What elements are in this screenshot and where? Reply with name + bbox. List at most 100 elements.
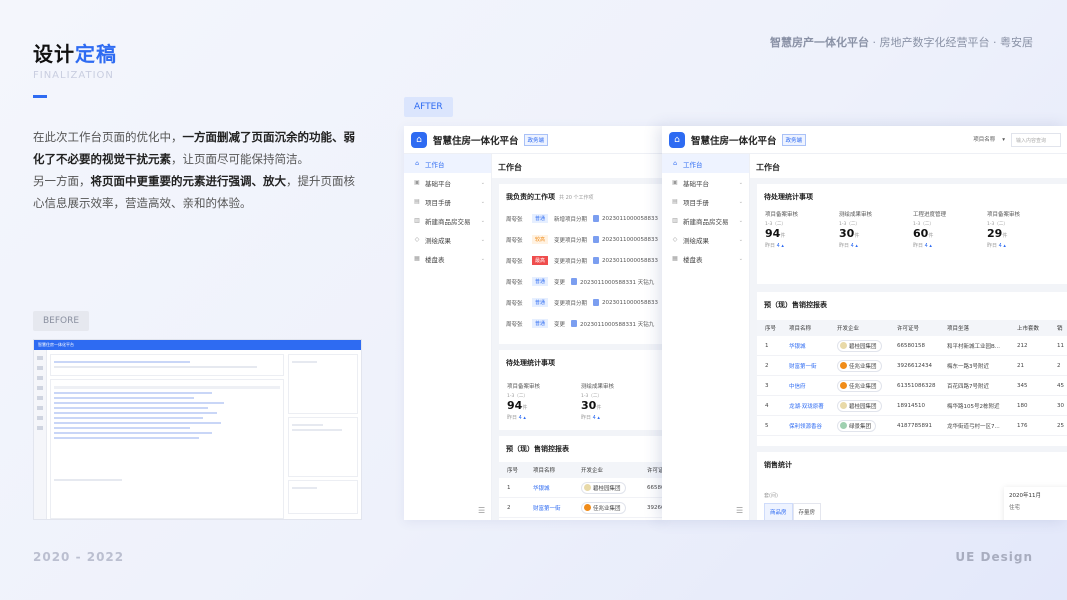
table-cell: 39266 <box>647 504 664 511</box>
task-row[interactable]: 周夸张 普通 新增项目分期 2023011000058833 <box>499 208 664 229</box>
collapse-menu-icon[interactable]: ☰ <box>736 506 743 515</box>
sidebar-item-label: 新建商品房交易 <box>425 217 471 226</box>
document-icon <box>593 215 600 222</box>
stat-delta: 4 ▴ <box>518 415 526 421</box>
stat-item[interactable]: 测绘成果审核 1-3（二） 30件 昨日 4 ▴ <box>831 210 905 249</box>
stat-number: 29 <box>987 227 1003 240</box>
task-doc-id: 2023011000058833 <box>602 299 659 306</box>
table-cell: 绿景集团 <box>829 419 889 432</box>
sidebar-nav: ⌂ 工作台 ▣ 基础平台 ⌄ ▤ 项目手册 ⌄ ▥ 新建商品房交易 ⌄ ◇ 测绘成果 ⌄ ▦ 楼盘表 ⌄ <box>404 154 492 520</box>
table-row[interactable]: 2 财富第一街 佳兆业集团 39266 <box>499 498 664 518</box>
stat-number: 30 <box>839 227 855 240</box>
project-name-link[interactable]: 保利领源香谷 <box>789 424 822 430</box>
developer-name: 佳兆业集团 <box>849 363 877 370</box>
task-row[interactable]: 周夸张 最高 变更项目分期 2023011000058833 <box>499 250 664 271</box>
stat-item[interactable]: 测绘成果审核 1-3（二） 30件 昨日 4 ▴ <box>573 382 647 421</box>
table-header-cell: 项目坐落 <box>947 326 970 332</box>
task-row[interactable]: 周夸张 普通 变更项目分期 2023011000058833 <box>499 292 664 313</box>
priority-badge: 较高 <box>532 235 549 244</box>
table-header-cell: 开发企业 <box>581 468 604 474</box>
app-brand: 智慧住房一体化平台 <box>433 135 519 147</box>
project-name-link[interactable]: 财富第一街 <box>533 506 561 512</box>
sidebar-item[interactable]: ▦ 楼盘表 ⌄ <box>662 249 749 268</box>
sidebar-item-label: 楼盘表 <box>683 255 703 264</box>
table-cell: 华银城 <box>781 342 829 350</box>
table-row[interactable]: 4 龙湖·双珑原著 碧桂园集团 18914510 梅华路105号2栋附近 180 30 <box>757 396 1067 416</box>
table-cell: 180 <box>1017 402 1028 409</box>
sidebar-item[interactable]: ◇ 测绘成果 ⌄ <box>662 230 749 249</box>
project-name-link[interactable]: 华银城 <box>533 486 550 492</box>
chevron-down-icon: ⌄ <box>480 217 485 224</box>
table-cell: 45 <box>1057 382 1064 389</box>
app-brand: 智慧住房一体化平台 <box>691 135 777 147</box>
search-field-select[interactable]: 项目名称 ▾ <box>973 135 1005 143</box>
project-name-link[interactable]: 财富第一街 <box>789 364 817 370</box>
task-doc-id: 2023011000588331 天钻九 <box>580 321 655 328</box>
table-cell: 345 <box>1017 382 1028 389</box>
stat-unit: 件 <box>780 233 786 239</box>
developer-name: 佳兆业集团 <box>849 383 877 390</box>
table-row[interactable]: 1 华银城 碧桂园集团 66580 <box>499 478 664 498</box>
nav-icon: ▦ <box>672 255 678 262</box>
stat-item[interactable]: 项目备案审核 1-3（二） 94件 昨日 4 ▴ <box>757 210 831 249</box>
sidebar-item[interactable]: ▣ 基础平台 ⌄ <box>662 173 749 192</box>
stat-yesterday: 昨日 4 ▴ <box>987 242 1053 249</box>
stat-number: 30 <box>581 399 597 412</box>
stat-yesterday-label: 昨日 <box>507 415 518 421</box>
task-row[interactable]: 周夸张 较高 变更项目分期 2023011000058833 <box>499 229 664 250</box>
collapse-menu-icon[interactable]: ☰ <box>478 506 485 515</box>
project-name-link[interactable]: 华银城 <box>789 344 806 350</box>
document-icon <box>593 299 600 306</box>
table-row[interactable]: 1 华银城 碧桂园集团 66580158 和平村新城工业园B... 212 11 <box>757 336 1067 356</box>
priority-badge: 普通 <box>532 319 549 328</box>
table-cell: 保利领源香谷 <box>781 422 829 430</box>
stat-yesterday: 昨日 4 ▴ <box>581 414 647 421</box>
sidebar-item[interactable]: ⌂ 工作台 <box>404 154 491 173</box>
my-tasks-title: 我负责的工作项 <box>506 193 555 201</box>
sidebar-item-label: 测绘成果 <box>425 236 451 245</box>
sidebar-item[interactable]: ⌂ 工作台 <box>662 154 749 173</box>
sidebar-item[interactable]: ▤ 项目手册 ⌄ <box>404 192 491 211</box>
tab-commercial-housing[interactable]: 商品房 <box>764 503 793 520</box>
nav-icon: ⌂ <box>415 160 419 167</box>
nav-icon: ▤ <box>414 198 420 205</box>
table-row[interactable]: 5 保利领源香谷 绿景集团 4187785891 龙华街道弓村一区7... 176 25 <box>757 416 1067 436</box>
stat-number: 94 <box>507 399 523 412</box>
table-cell: 30 <box>1057 402 1064 409</box>
table-cell: 龙华街道弓村一区7... <box>947 423 1000 430</box>
task-row[interactable]: 周夸张 普通 变更 2023011000588331 天钻九 <box>499 271 664 292</box>
document-icon <box>593 236 600 243</box>
nav-icon: ◇ <box>414 236 420 243</box>
tooltip-line: 住宅 <box>1009 505 1021 511</box>
table-cell: 龙湖·双珑原著 <box>781 402 829 410</box>
task-name: 变更 <box>554 321 566 328</box>
sidebar-item[interactable]: ▦ 楼盘表 ⌄ <box>404 249 491 268</box>
task-row[interactable]: 周夸张 普通 变更 2023011000588331 天钻九 <box>499 313 664 334</box>
search-input[interactable]: 输入内容查询 <box>1011 133 1061 147</box>
description-para-1: 在此次工作台页面的优化中，一方面删减了页面沉余的功能、弱化了不必要的视觉干扰元素… <box>33 130 355 166</box>
stat-number: 60 <box>913 227 929 240</box>
page-subtitle: FINALIZATION <box>33 70 114 81</box>
table-row[interactable]: 2 财富第一街 佳兆业集团 3926612434 梅东一路3号附近 21 2 <box>757 356 1067 376</box>
table-row[interactable]: 3 中信府 佳兆业集团 61351086328 百花四路7号附近 345 45 <box>757 376 1067 396</box>
sidebar-item[interactable]: ▥ 新建商品房交易 ⌄ <box>404 211 491 230</box>
project-name-link[interactable]: 龙湖·双珑原著 <box>789 404 824 410</box>
developer-name: 碧桂园集团 <box>849 403 877 410</box>
stat-item[interactable]: 项目备案审核 1-3（二） 94件 昨日 4 ▴ <box>499 382 573 421</box>
priority-badge: 普通 <box>532 298 549 307</box>
app-header: ⌂ 智慧住房一体化平台 政务端 <box>662 126 1067 154</box>
stat-item[interactable]: 项目备案审核 1-3（二） 29件 昨日 4 ▴ <box>979 210 1053 249</box>
sidebar-item[interactable]: ◇ 测绘成果 ⌄ <box>404 230 491 249</box>
table-header-cell: 项目名称 <box>789 326 812 332</box>
sidebar-item-label: 测绘成果 <box>683 236 709 245</box>
tab-existing-housing[interactable]: 存量房 <box>792 503 822 520</box>
stat-value: 60件 <box>913 227 979 240</box>
sidebar-item[interactable]: ▣ 基础平台 ⌄ <box>404 173 491 192</box>
stat-item[interactable]: 工程进度管理 1-3（二） 60件 昨日 4 ▴ <box>905 210 979 249</box>
sidebar-item[interactable]: ▤ 项目手册 ⌄ <box>662 192 749 211</box>
stat-yesterday-label: 昨日 <box>839 243 850 249</box>
sidebar-item[interactable]: ▥ 新建商品房交易 ⌄ <box>662 211 749 230</box>
developer-name: 碧桂园集团 <box>593 485 621 492</box>
table-cell: 1 <box>507 484 511 491</box>
project-name-link[interactable]: 中信府 <box>789 384 806 390</box>
